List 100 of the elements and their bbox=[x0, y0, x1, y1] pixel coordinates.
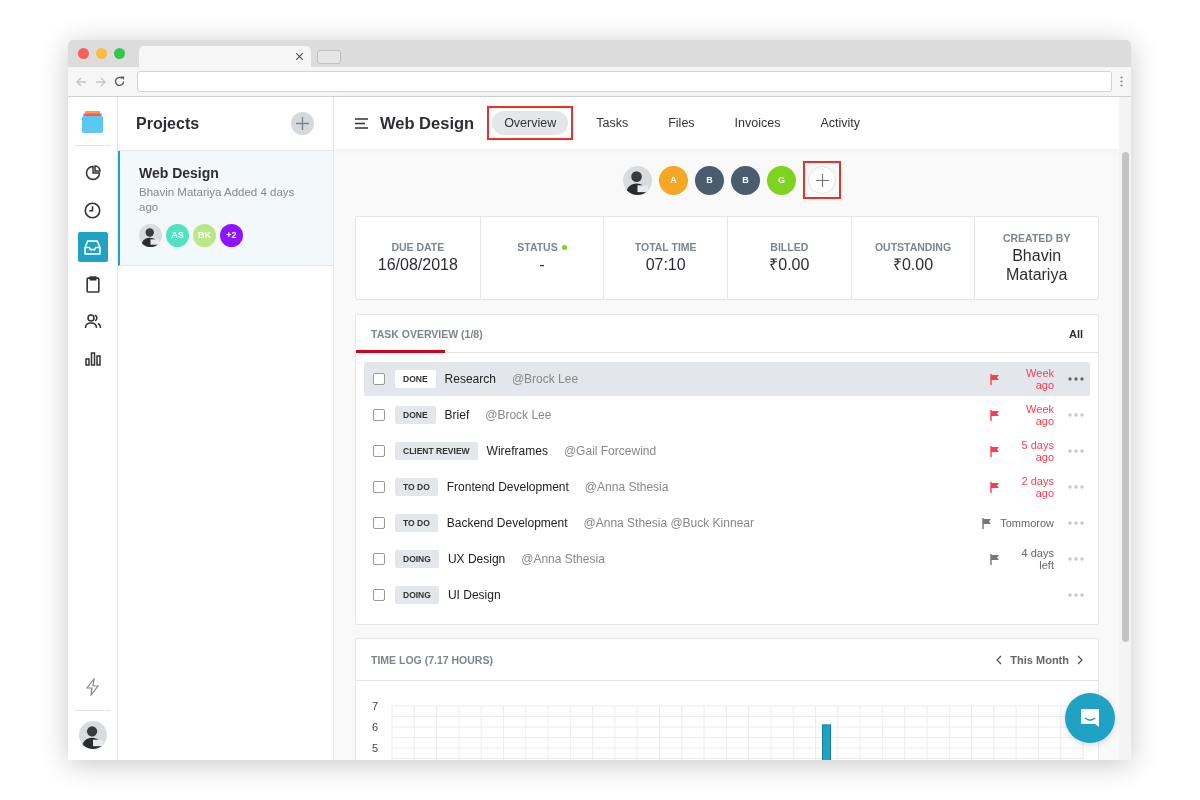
stat-label: TOTAL TIME bbox=[634, 241, 697, 254]
checkbox[interactable] bbox=[373, 481, 385, 493]
clipboard-icon bbox=[85, 275, 100, 293]
task-row[interactable]: DONE Brief @Brock Lee Week ago bbox=[364, 398, 1090, 432]
clock-icon bbox=[84, 201, 101, 219]
due-date: 5 days ago bbox=[1020, 438, 1054, 464]
stat-label: BILLED bbox=[770, 241, 809, 254]
task-name: Backend Development bbox=[446, 516, 568, 530]
chat-icon bbox=[1078, 706, 1102, 730]
period-label: This Month bbox=[1010, 653, 1069, 666]
scrollbar-thumb[interactable] bbox=[1122, 152, 1129, 642]
due-date: 4 days left bbox=[1020, 546, 1054, 572]
inbox-icon bbox=[84, 239, 101, 255]
axis-label: 7 bbox=[371, 700, 378, 712]
avatar bbox=[139, 223, 162, 247]
card-title: TIME LOG (7.17 HOURS) bbox=[371, 653, 493, 666]
due-date: Tommorow bbox=[1000, 516, 1054, 530]
card-title[interactable]: TASK OVERVIEW (1/8) bbox=[371, 327, 483, 340]
axis-label: 5 bbox=[371, 742, 378, 754]
task-row[interactable]: CLIENT REVIEW Wireframes @Gail Forcewind 5 days ago bbox=[364, 434, 1090, 468]
due-date: Week ago bbox=[1025, 366, 1054, 392]
member-avatar: B bbox=[731, 165, 760, 195]
task-name: UI Design bbox=[447, 588, 501, 602]
checkbox[interactable] bbox=[373, 589, 385, 601]
add-project-button[interactable] bbox=[291, 112, 314, 135]
close-window-button[interactable] bbox=[78, 48, 89, 59]
task-name: Frontend Development bbox=[446, 480, 569, 494]
task-assignees: @Anna Sthesia @Buck Kinnear bbox=[583, 516, 754, 530]
stat-value: 16/08/2018 bbox=[377, 256, 458, 275]
stat-label: OUTSTANDING bbox=[874, 241, 952, 254]
status-tag: DONE bbox=[395, 370, 436, 388]
back-icon[interactable] bbox=[76, 76, 87, 87]
people-icon bbox=[83, 313, 102, 329]
pie-chart-icon bbox=[84, 165, 101, 181]
plus-icon bbox=[815, 173, 829, 187]
tab[interactable]: Activity bbox=[808, 111, 873, 135]
stat-value: ₹0.00 bbox=[769, 256, 810, 275]
chart-bar bbox=[822, 724, 831, 760]
maximize-window-button[interactable] bbox=[114, 48, 125, 59]
task-name: Research bbox=[444, 372, 496, 386]
new-tab-button[interactable] bbox=[317, 50, 341, 64]
checkbox[interactable] bbox=[373, 517, 385, 529]
more-icon[interactable] bbox=[1068, 377, 1084, 381]
stat-value: ₹0.00 bbox=[892, 256, 934, 275]
checkbox[interactable] bbox=[373, 373, 385, 385]
member-avatar: BK bbox=[193, 223, 216, 247]
logo-icon[interactable] bbox=[82, 111, 103, 133]
tab[interactable]: Overview bbox=[492, 111, 569, 135]
stat-label: DUE DATE bbox=[391, 241, 445, 254]
status-tag: DOING bbox=[395, 586, 439, 604]
status-tag: TO DO bbox=[395, 478, 438, 496]
project-meta: Bhavin Matariya Added 4 days ago bbox=[139, 185, 296, 215]
status-tag: DONE bbox=[395, 406, 436, 424]
task-row[interactable]: DOING UI Design bbox=[364, 578, 1090, 612]
stat-label: CREATED BY bbox=[1002, 232, 1071, 245]
task-assignees: @Anna Sthesia bbox=[584, 480, 669, 494]
stat-label: STATUS bbox=[517, 241, 558, 254]
task-name: Brief bbox=[444, 408, 470, 422]
member-avatar: +2 bbox=[220, 223, 243, 247]
tab[interactable]: Files bbox=[656, 111, 707, 135]
plus-icon bbox=[296, 117, 309, 130]
checkbox[interactable] bbox=[373, 409, 385, 421]
checkbox[interactable] bbox=[373, 445, 385, 457]
tab[interactable]: Invoices bbox=[722, 111, 793, 135]
bar-chart-icon bbox=[84, 350, 101, 366]
task-assignees: @Brock Lee bbox=[511, 372, 579, 386]
project-card[interactable]: Web Design Bhavin Matariya Added 4 days ago AS BK +2 bbox=[118, 151, 333, 266]
avatar bbox=[623, 165, 652, 195]
previous-button[interactable] bbox=[996, 654, 1003, 665]
chat-button[interactable] bbox=[1065, 693, 1115, 743]
project-name: Web Design bbox=[139, 165, 220, 181]
next-button[interactable] bbox=[1077, 654, 1083, 665]
task-row[interactable]: DOING UX Design @Anna Sthesia 4 days left bbox=[364, 542, 1090, 576]
due-date: 2 days ago bbox=[1020, 474, 1054, 500]
address-field[interactable] bbox=[137, 71, 1112, 92]
menu-icon[interactable] bbox=[355, 117, 368, 129]
member-avatar: B bbox=[695, 165, 724, 195]
reload-icon[interactable] bbox=[114, 76, 125, 87]
close-icon[interactable] bbox=[296, 53, 303, 60]
checkbox[interactable] bbox=[373, 553, 385, 565]
status-tag: CLIENT REVIEW bbox=[395, 442, 478, 460]
filter-link[interactable]: All bbox=[1068, 327, 1083, 340]
forward-icon[interactable] bbox=[95, 76, 106, 87]
task-row[interactable]: DONE Research @Brock Lee Week ago bbox=[364, 362, 1090, 396]
task-assignees: @Gail Forcewind bbox=[563, 444, 657, 458]
tab[interactable]: Tasks bbox=[584, 111, 641, 135]
task-row[interactable]: TO DO Backend Development @Anna Sthesia @Buck Kinnear Tommorow bbox=[364, 506, 1090, 540]
task-assignees: @Brock Lee bbox=[485, 408, 552, 422]
due-date: Week ago bbox=[1025, 402, 1054, 428]
task-name: UX Design bbox=[447, 552, 506, 566]
stat-value: 07:10 bbox=[645, 256, 686, 275]
member-avatar: A bbox=[659, 165, 688, 195]
task-row[interactable]: TO DO Frontend Development @Anna Sthesia 2 days ago bbox=[364, 470, 1090, 504]
stat-value: Bhavin Matariya bbox=[1004, 247, 1069, 284]
task-assignees: @Anna Sthesia bbox=[521, 552, 605, 566]
axis-label: 6 bbox=[371, 721, 378, 733]
lightning-icon[interactable] bbox=[85, 678, 100, 696]
status-tag: DOING bbox=[395, 550, 439, 568]
member-avatar: G bbox=[767, 165, 796, 195]
panel-title: Projects bbox=[136, 114, 200, 133]
